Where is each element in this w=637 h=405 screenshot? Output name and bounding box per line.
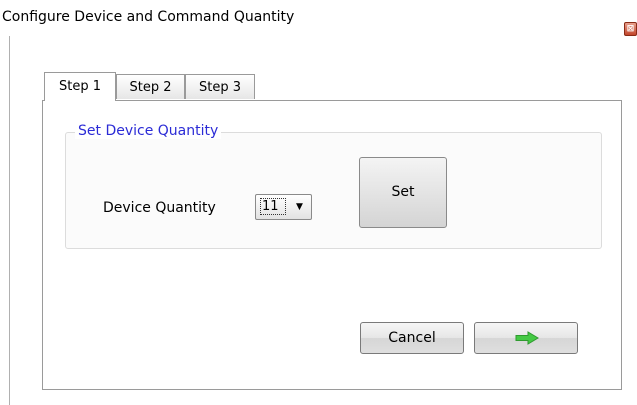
device-quantity-label: Device Quantity (103, 200, 216, 216)
title-bar: Configure Device and Command Quantity ⊠ (0, 0, 637, 36)
chevron-down-icon: ▼ (296, 202, 303, 212)
device-quantity-dropdown[interactable]: 11 ▼ (255, 194, 312, 220)
window-edge (9, 36, 10, 405)
tab-label: Step 1 (58, 79, 101, 94)
cancel-button-label: Cancel (388, 330, 436, 346)
cancel-button[interactable]: Cancel (360, 322, 464, 354)
group-legend: Set Device Quantity (75, 123, 222, 139)
tab-panel-step-1: Set Device Quantity Device Quantity 11 ▼… (42, 100, 622, 390)
right-arrow-icon (515, 331, 539, 345)
next-button[interactable] (474, 322, 578, 354)
device-quantity-value: 11 (260, 198, 286, 215)
tab-step-2[interactable]: Step 2 (116, 74, 185, 99)
tab-step-1[interactable]: Step 1 (44, 72, 116, 101)
tab-step-3[interactable]: Step 3 (185, 74, 255, 99)
tab-label: Step 2 (129, 80, 172, 95)
window-title: Configure Device and Command Quantity (2, 9, 295, 25)
close-button[interactable]: ⊠ (624, 22, 637, 36)
set-button-label: Set (391, 184, 415, 200)
set-device-quantity-group: Set Device Quantity Device Quantity 11 ▼… (65, 123, 602, 249)
dialog-window: Configure Device and Command Quantity ⊠ … (0, 0, 637, 405)
close-icon: ⊠ (626, 24, 635, 34)
tab-label: Step 3 (198, 80, 241, 95)
set-button[interactable]: Set (359, 157, 447, 228)
